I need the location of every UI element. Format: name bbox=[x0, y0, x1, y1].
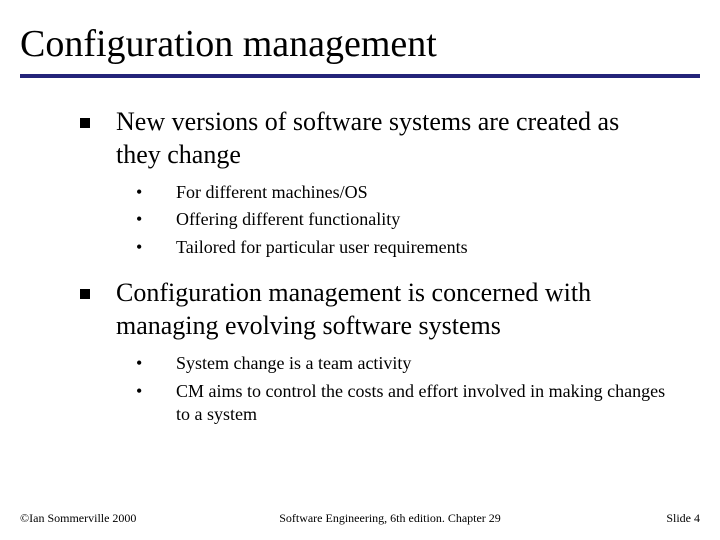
sub-bullet-text: Tailored for particular user requirement… bbox=[176, 236, 468, 259]
sub-list: • System change is a team activity • CM … bbox=[80, 352, 670, 426]
sub-bullet-text: Offering different functionality bbox=[176, 208, 400, 231]
square-bullet-icon bbox=[80, 289, 90, 299]
title-rule bbox=[20, 74, 700, 78]
sub-bullet-text: For different machines/OS bbox=[176, 181, 368, 204]
sub-list: • For different machines/OS • Offering d… bbox=[80, 181, 670, 259]
bullet-level2: • Offering different functionality bbox=[136, 208, 670, 231]
bullet-level1: Configuration management is concerned wi… bbox=[80, 277, 670, 342]
bullet-level1: New versions of software systems are cre… bbox=[80, 106, 670, 171]
bullet-text: Configuration management is concerned wi… bbox=[116, 277, 670, 342]
footer-center: Software Engineering, 6th edition. Chapt… bbox=[200, 511, 580, 526]
dot-bullet-icon: • bbox=[136, 352, 176, 375]
slide-title: Configuration management bbox=[20, 22, 700, 72]
bullet-level2: • CM aims to control the costs and effor… bbox=[136, 380, 670, 427]
square-bullet-icon bbox=[80, 118, 90, 128]
footer: ©Ian Sommerville 2000 Software Engineeri… bbox=[20, 511, 700, 526]
footer-left: ©Ian Sommerville 2000 bbox=[20, 511, 200, 526]
sub-bullet-text: CM aims to control the costs and effort … bbox=[176, 380, 670, 427]
footer-right: Slide 4 bbox=[580, 511, 700, 526]
slide: Configuration management New versions of… bbox=[0, 0, 720, 540]
content-area: New versions of software systems are cre… bbox=[20, 106, 700, 426]
sub-bullet-text: System change is a team activity bbox=[176, 352, 411, 375]
bullet-level2: • System change is a team activity bbox=[136, 352, 670, 375]
dot-bullet-icon: • bbox=[136, 181, 176, 204]
dot-bullet-icon: • bbox=[136, 236, 176, 259]
bullet-text: New versions of software systems are cre… bbox=[116, 106, 670, 171]
dot-bullet-icon: • bbox=[136, 380, 176, 403]
bullet-level2: • Tailored for particular user requireme… bbox=[136, 236, 670, 259]
bullet-level2: • For different machines/OS bbox=[136, 181, 670, 204]
dot-bullet-icon: • bbox=[136, 208, 176, 231]
